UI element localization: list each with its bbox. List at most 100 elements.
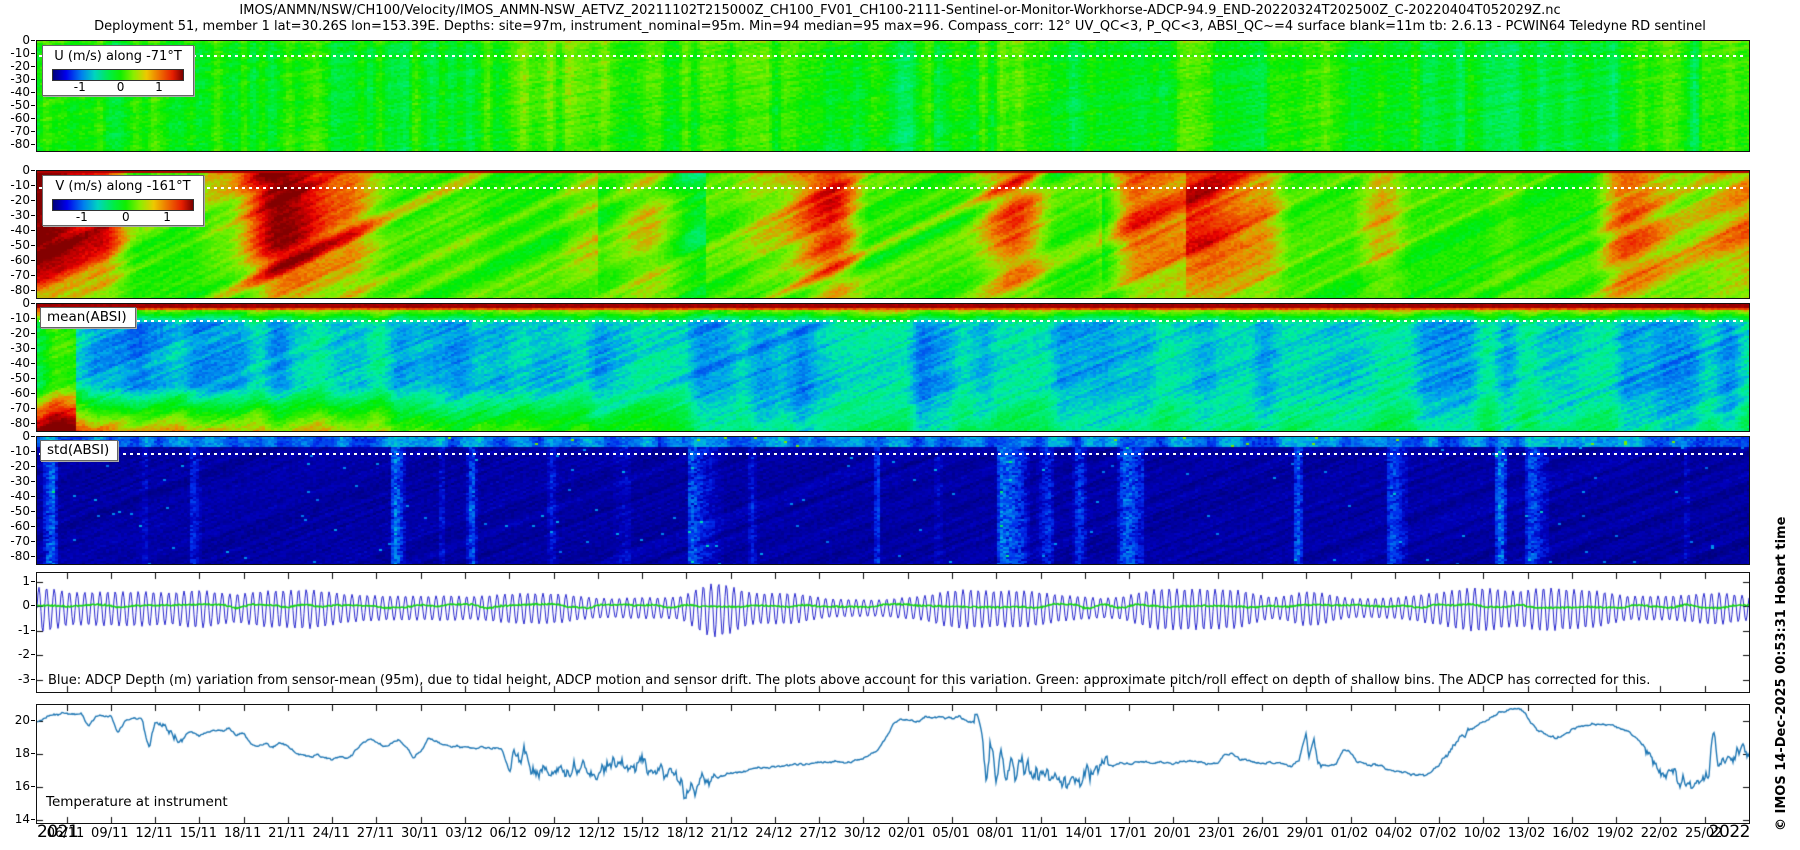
y-tick-mark [31, 525, 35, 527]
y-tick-label: 0 [22, 598, 30, 613]
u-colorbar-tick: 1 [155, 80, 163, 94]
y-tick-label: -70 [10, 400, 30, 415]
y-tick-mark [31, 40, 35, 41]
y-tick-mark [31, 78, 35, 80]
title-line-1: IMOS/ANMN/NSW/CH100/Velocity/IMOS_ANMN-N… [239, 3, 1561, 18]
y-tick-mark [31, 65, 35, 67]
y-tick-label: -3 [18, 671, 30, 686]
temperature-label: Temperature at instrument [46, 794, 228, 810]
y-tick-label: -80 [10, 548, 30, 563]
y-tick-mark [31, 274, 35, 276]
y-tick-label: 0 [22, 163, 30, 177]
y-tick-mark [31, 818, 35, 820]
y-tick-label: -50 [10, 97, 30, 112]
depth-variation-annotation: Blue: ADCP Depth (m) variation from sens… [48, 673, 1651, 688]
mean-absi-heatmap [37, 304, 1749, 431]
y-tick-mark [31, 214, 35, 216]
y-tick-mark [31, 143, 35, 145]
y-tick-label: -80 [10, 415, 30, 430]
std-absi-heatmap [37, 437, 1749, 564]
y-tick-mark [31, 580, 35, 582]
y-tick-mark [31, 407, 35, 409]
y-tick-mark [31, 436, 35, 437]
y-tick-label: -60 [10, 385, 30, 400]
y-tick-label: -60 [10, 252, 30, 267]
u-colorbar-tick: 0 [116, 80, 125, 94]
y-tick-mark [31, 465, 35, 467]
y-tick-label: -70 [10, 267, 30, 282]
y-tick-mark [31, 317, 35, 319]
y-tick-label: -30 [10, 207, 30, 222]
y-tick-label: -70 [10, 123, 30, 138]
y-tick-mark [31, 720, 35, 722]
v-velocity-legend: V (m/s) along -161°T -1 0 1 [42, 175, 204, 226]
y-tick-label: -40 [10, 84, 30, 99]
panel-v-velocity: V (m/s) along -161°T -1 0 1 [36, 170, 1750, 299]
y-tick-mark [31, 91, 35, 93]
v-colorbar-tick: -1 [75, 210, 88, 224]
y-tick-mark [31, 303, 35, 304]
temperature-lineplot [37, 705, 1749, 823]
y-tick-label: -80 [10, 282, 30, 297]
y-tick-mark [31, 480, 35, 482]
y-tick-mark [31, 130, 35, 132]
title-line-2: Deployment 51, member 1 lat=30.26S lon=1… [94, 19, 1706, 34]
u-colorbar-ticks: -1 0 1 [52, 80, 184, 94]
y-tick-label: -2 [18, 647, 30, 662]
y-tick-mark [31, 184, 35, 186]
surface-blank-dotted-line [39, 55, 1747, 57]
y-tick-mark [31, 347, 35, 349]
adcp-deployment-figure: IMOS/ANMN/NSW/CH100/Velocity/IMOS_ANMN-N… [0, 0, 1800, 850]
panel-std-absi: std(ABSI) [36, 436, 1750, 565]
y-tick-label: -10 [10, 177, 30, 192]
mean-absi-legend: mean(ABSI) [40, 307, 136, 328]
v-colorbar-tick: 1 [163, 210, 171, 224]
y-tick-mark [31, 377, 35, 379]
y-tick-mark [31, 117, 35, 119]
y-tick-label: 0 [22, 296, 30, 310]
y-tick-mark [31, 785, 35, 787]
panel-temperature: Temperature at instrument [36, 704, 1750, 824]
surface-blank-dotted-line [39, 453, 1747, 455]
mean-absi-legend-title: mean(ABSI) [47, 309, 127, 325]
y-tick-mark [31, 422, 35, 424]
y-tick-mark [31, 654, 35, 656]
v-velocity-heatmap [37, 171, 1749, 298]
y-tick-mark [31, 244, 35, 246]
y-tick-label: -20 [10, 325, 30, 340]
y-tick-label: -50 [10, 370, 30, 385]
y-tick-label: -20 [10, 458, 30, 473]
panel-u-velocity: U (m/s) along -71°T -1 0 1 [36, 40, 1750, 152]
y-tick-mark [31, 362, 35, 364]
v-colorbar-tick: 0 [122, 210, 130, 224]
y-tick-mark [31, 540, 35, 542]
y-tick-mark [31, 450, 35, 452]
y-tick-label: 14 [14, 811, 30, 826]
y-tick-mark [31, 199, 35, 201]
panel-mean-absi: mean(ABSI) [36, 303, 1750, 432]
v-colorbar-ticks: -1 0 1 [52, 210, 194, 224]
y-tick-label: -20 [10, 192, 30, 207]
u-legend-title: U (m/s) along -71°T [54, 49, 182, 64]
y-tick-label: -60 [10, 110, 30, 125]
y-tick-label: 18 [14, 746, 30, 761]
y-tick-mark [31, 392, 35, 394]
surface-blank-dotted-line [39, 320, 1747, 322]
y-tick-mark [31, 510, 35, 512]
y-tick-label: -20 [10, 58, 30, 73]
u-velocity-heatmap [37, 41, 1749, 151]
y-tick-label: -60 [10, 518, 30, 533]
y-tick-mark [31, 289, 35, 291]
u-velocity-legend: U (m/s) along -71°T -1 0 1 [42, 45, 194, 96]
y-tick-mark [31, 170, 35, 171]
y-tick-mark [31, 332, 35, 334]
y-tick-label: 1 [22, 573, 30, 588]
y-tick-label: -10 [10, 443, 30, 458]
y-tick-label: 20 [14, 713, 30, 728]
y-tick-mark [31, 555, 35, 557]
surface-blank-dotted-line [39, 187, 1747, 189]
y-tick-label: -40 [10, 222, 30, 237]
y-tick-label: -40 [10, 355, 30, 370]
std-absi-legend-title: std(ABSI) [47, 442, 110, 458]
y-tick-label: -1 [18, 622, 30, 637]
